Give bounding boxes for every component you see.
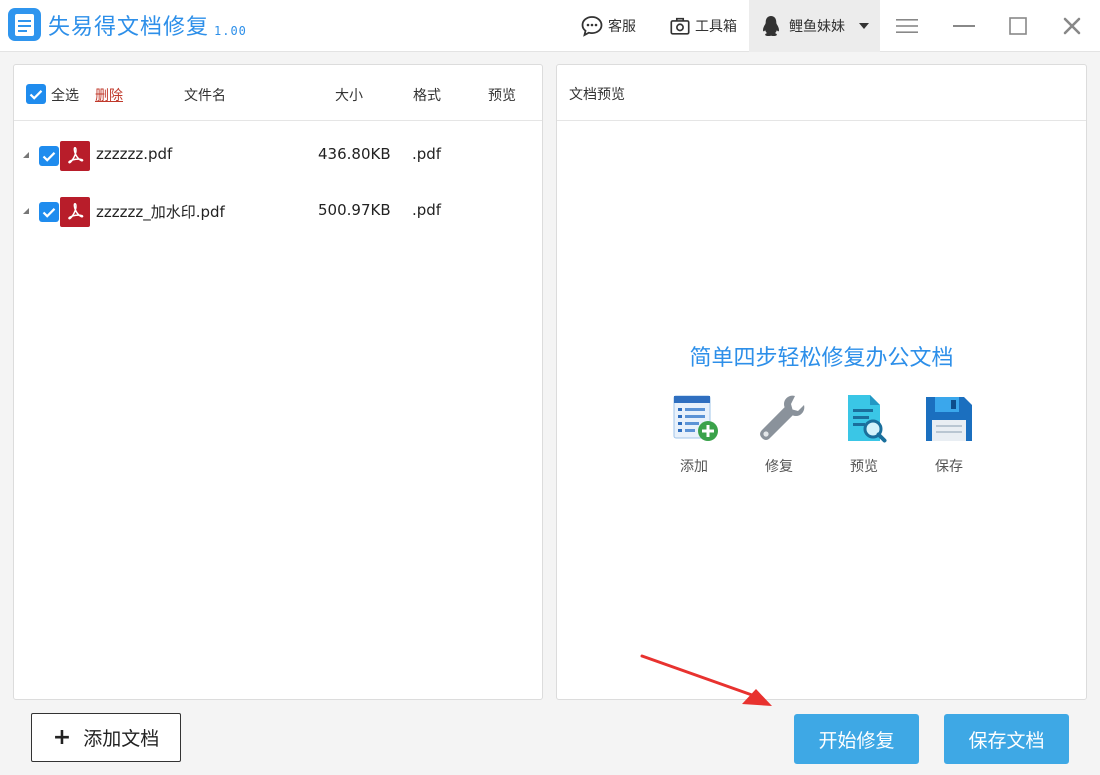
column-header-name: 文件名 — [184, 88, 226, 104]
column-header-format: 格式 — [413, 88, 441, 104]
row-checkbox[interactable] — [39, 146, 59, 166]
close-button[interactable] — [1060, 14, 1084, 38]
expand-triangle-icon[interactable] — [23, 152, 29, 158]
minimize-button[interactable] — [952, 14, 976, 38]
checkmark-icon — [29, 89, 43, 100]
preview-document-icon — [836, 391, 892, 447]
file-format: .pdf — [412, 201, 442, 219]
table-row[interactable]: zzzzzz_加水印.pdf 500.97KB .pdf — [14, 184, 542, 240]
hamburger-menu-icon — [896, 19, 918, 33]
preview-title: 文档预览 — [569, 87, 625, 103]
step-add: 添加 — [659, 391, 729, 476]
step-save: 保存 — [914, 391, 984, 476]
menu-button[interactable] — [895, 14, 919, 38]
select-all-label[interactable]: 全选 — [51, 85, 79, 105]
column-header-size: 大小 — [335, 88, 363, 104]
file-size: 500.97KB — [318, 201, 391, 219]
step-repair-label: 修复 — [765, 459, 793, 475]
step-save-label: 保存 — [935, 459, 963, 475]
file-list-panel: 全选 删除 文件名 大小 格式 预览 zzzzzz.pdf 436.80KB .… — [13, 64, 543, 700]
add-document-icon — [666, 391, 722, 447]
start-repair-button[interactable]: 开始修复 — [794, 714, 919, 764]
preview-panel: 文档预览 简单四步轻松修复办公文档 添加 修复 预览 保存 — [556, 64, 1087, 700]
app-version: 1.00 — [214, 24, 247, 38]
checkmark-icon — [42, 151, 56, 162]
file-size: 436.80KB — [318, 145, 391, 163]
title-bar: 失易得文档修复 1.00 客服 工具箱 鲤鱼妹妹 — [0, 0, 1100, 52]
caret-down-icon — [859, 23, 869, 29]
row-checkbox[interactable] — [39, 202, 59, 222]
red-arrow-annotation — [640, 654, 772, 706]
delete-link[interactable]: 删除 — [95, 85, 123, 105]
expand-triangle-icon[interactable] — [23, 208, 29, 214]
file-list-header: 全选 删除 文件名 大小 格式 预览 — [14, 65, 542, 121]
add-document-label: 添加文档 — [83, 728, 160, 750]
preview-slogan: 简单四步轻松修复办公文档 — [689, 346, 954, 371]
chat-bubble-icon — [581, 16, 603, 37]
toolbox-button[interactable]: 工具箱 — [669, 0, 737, 52]
wrench-icon — [751, 391, 807, 447]
username: 鲤鱼妹妹 — [789, 19, 845, 35]
support-button[interactable]: 客服 — [580, 0, 636, 52]
toolbox-icon — [670, 17, 690, 35]
column-header-preview: 预览 — [488, 88, 516, 104]
step-preview: 预览 — [829, 391, 899, 476]
table-row[interactable]: zzzzzz.pdf 436.80KB .pdf — [14, 128, 542, 184]
app-logo-icon — [8, 8, 41, 41]
step-repair: 修复 — [744, 391, 814, 476]
pdf-file-icon — [60, 141, 90, 171]
maximize-button[interactable] — [1006, 14, 1030, 38]
pdf-file-icon — [60, 197, 90, 227]
maximize-icon — [1009, 17, 1027, 35]
support-label: 客服 — [608, 19, 636, 35]
save-document-button[interactable]: 保存文档 — [944, 714, 1069, 764]
step-preview-label: 预览 — [850, 459, 878, 475]
toolbox-label: 工具箱 — [695, 19, 737, 35]
close-icon — [1063, 17, 1081, 35]
select-all-checkbox[interactable] — [26, 84, 46, 104]
user-menu[interactable]: 鲤鱼妹妹 — [749, 0, 880, 52]
plus-icon: + — [52, 725, 72, 750]
step-add-label: 添加 — [680, 459, 708, 475]
floppy-disk-icon — [921, 391, 977, 447]
add-document-button[interactable]: + 添加文档 — [31, 713, 181, 762]
minimize-icon — [953, 25, 975, 27]
user-avatar-icon — [763, 16, 779, 36]
file-name: zzzzzz_加水印.pdf — [96, 203, 225, 221]
file-name: zzzzzz.pdf — [96, 145, 173, 163]
checkmark-icon — [42, 207, 56, 218]
preview-header: 文档预览 — [557, 65, 1086, 121]
app-title: 失易得文档修复 — [48, 15, 210, 40]
file-format: .pdf — [412, 145, 442, 163]
